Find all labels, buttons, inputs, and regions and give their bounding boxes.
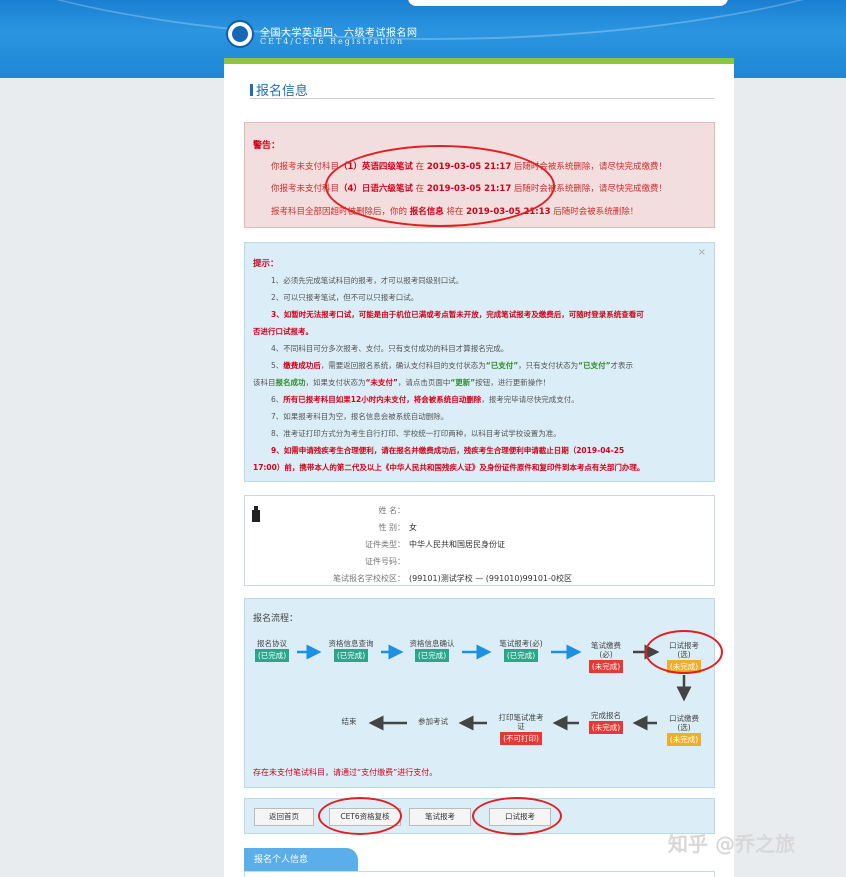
- warning-box: 警告： 你报考未支付科目（1）英语四级笔试 在 2019-03-05 21:17…: [244, 122, 715, 228]
- tip-line: 4、不同科目可分多次报考、支付。只有支付成功的科目才算报名完成。: [271, 344, 509, 353]
- personal-info-tab[interactable]: 报名个人信息: [244, 848, 358, 872]
- close-icon[interactable]: ×: [698, 247, 706, 258]
- flow-footer-notice: 存在未支付笔试科目，请通过“支付缴费”进行支付。: [253, 768, 438, 777]
- written-register-button[interactable]: 笔试报考: [409, 808, 471, 826]
- warning-heading: 警告：: [253, 141, 281, 151]
- site-subtitle: CET4/CET6 Registration: [260, 37, 405, 46]
- warning-line: 报考科目全部因超时被删除后，你的 报名信息 将在 2019-03-05 21:1…: [271, 207, 639, 217]
- candidate-info-box: 姓 名： 性 别： 女 证件类型： 中华人民共和国居民身份证 证件号码： 笔试报…: [244, 495, 715, 586]
- tip-line: 8、准考证打印方式分为考生自行打印、学校统一打印两种，以科目考试学校设置为准。: [271, 429, 561, 438]
- main-content: 报名信息 警告： 你报考未支付科目（1）英语四级笔试 在 2019-03-05 …: [224, 58, 734, 877]
- warning-line: 你报考未支付科目（1）英语四级笔试 在 2019-03-05 21:17 后随时…: [271, 162, 667, 172]
- title-divider: [250, 98, 714, 99]
- personal-info-panel: [244, 871, 715, 877]
- tip-line: 9、如需申请残疾考生合理便利，请在报名并缴费成功后，残疾考生合理便利申请截止日期…: [271, 446, 625, 455]
- green-strip: [224, 58, 734, 64]
- cet6-review-button[interactable]: CET6资格复核: [329, 808, 401, 826]
- page-title: 报名信息: [250, 80, 308, 99]
- oral-register-button[interactable]: 口试报考: [489, 808, 551, 826]
- registration-flow-box: 报名流程： 报名协议 (已完成) 资格信息查询 (已完成) 资格信息确认 (已完成) …: [244, 598, 715, 788]
- tip-line: 6、所有已报考科目如果12小时内未支付，将会被系统自动删除，报考完毕请尽快完成支…: [271, 395, 579, 404]
- action-button-bar: 返回首页 CET6资格复核 笔试报考 口试报考: [244, 798, 715, 834]
- zhihu-watermark: 知乎 @乔之旅: [668, 832, 795, 856]
- title-bar-icon: [250, 84, 253, 96]
- tip-line: 1、必须先完成笔试科目的报考，才可以报考同级别口试。: [271, 276, 464, 285]
- tip-line: 2、可以只报考笔试，但不可以只报考口试。: [271, 293, 419, 302]
- warning-line: 你报考未支付科目（4）日语六级笔试 在 2019-03-05 21:17 后随时…: [271, 184, 667, 194]
- tip-line: 该科目报名成功，如果支付状态为“未支付”，请点击页面中“更新”按钮，进行更新操作…: [253, 378, 551, 387]
- home-button[interactable]: 返回首页: [254, 808, 314, 826]
- top-nav-bar[interactable]: [408, 0, 728, 6]
- header-decoration: [0, 0, 846, 40]
- flow-arrows: [297, 644, 692, 731]
- tip-line: 5、缴费成功后，需要返回报名系统，确认支付科目的支付状态为“已支付”，只有支付状…: [271, 361, 633, 370]
- tips-box: × 提示： 1、必须先完成笔试科目的报考，才可以报考同级别口试。 2、可以只报考…: [244, 242, 715, 482]
- tip-line: 17:00）前，携带本人的第二代及以上《中华人民共和国残疾人证》及身份证件原件和…: [253, 463, 645, 472]
- tip-line: 否进行口试报考。: [253, 327, 313, 336]
- tip-line: 7、如果报考科目为空，报名信息会被系统自动删除。: [271, 412, 449, 421]
- tips-heading: 提示：: [253, 259, 279, 269]
- cet-logo-icon: [226, 20, 254, 48]
- photo-icon: [252, 506, 260, 522]
- tip-line: 3、如暂时无法报考口试，可能是由于机位已满或考点暂未开放，完成笔试报考及缴费后，…: [271, 310, 644, 319]
